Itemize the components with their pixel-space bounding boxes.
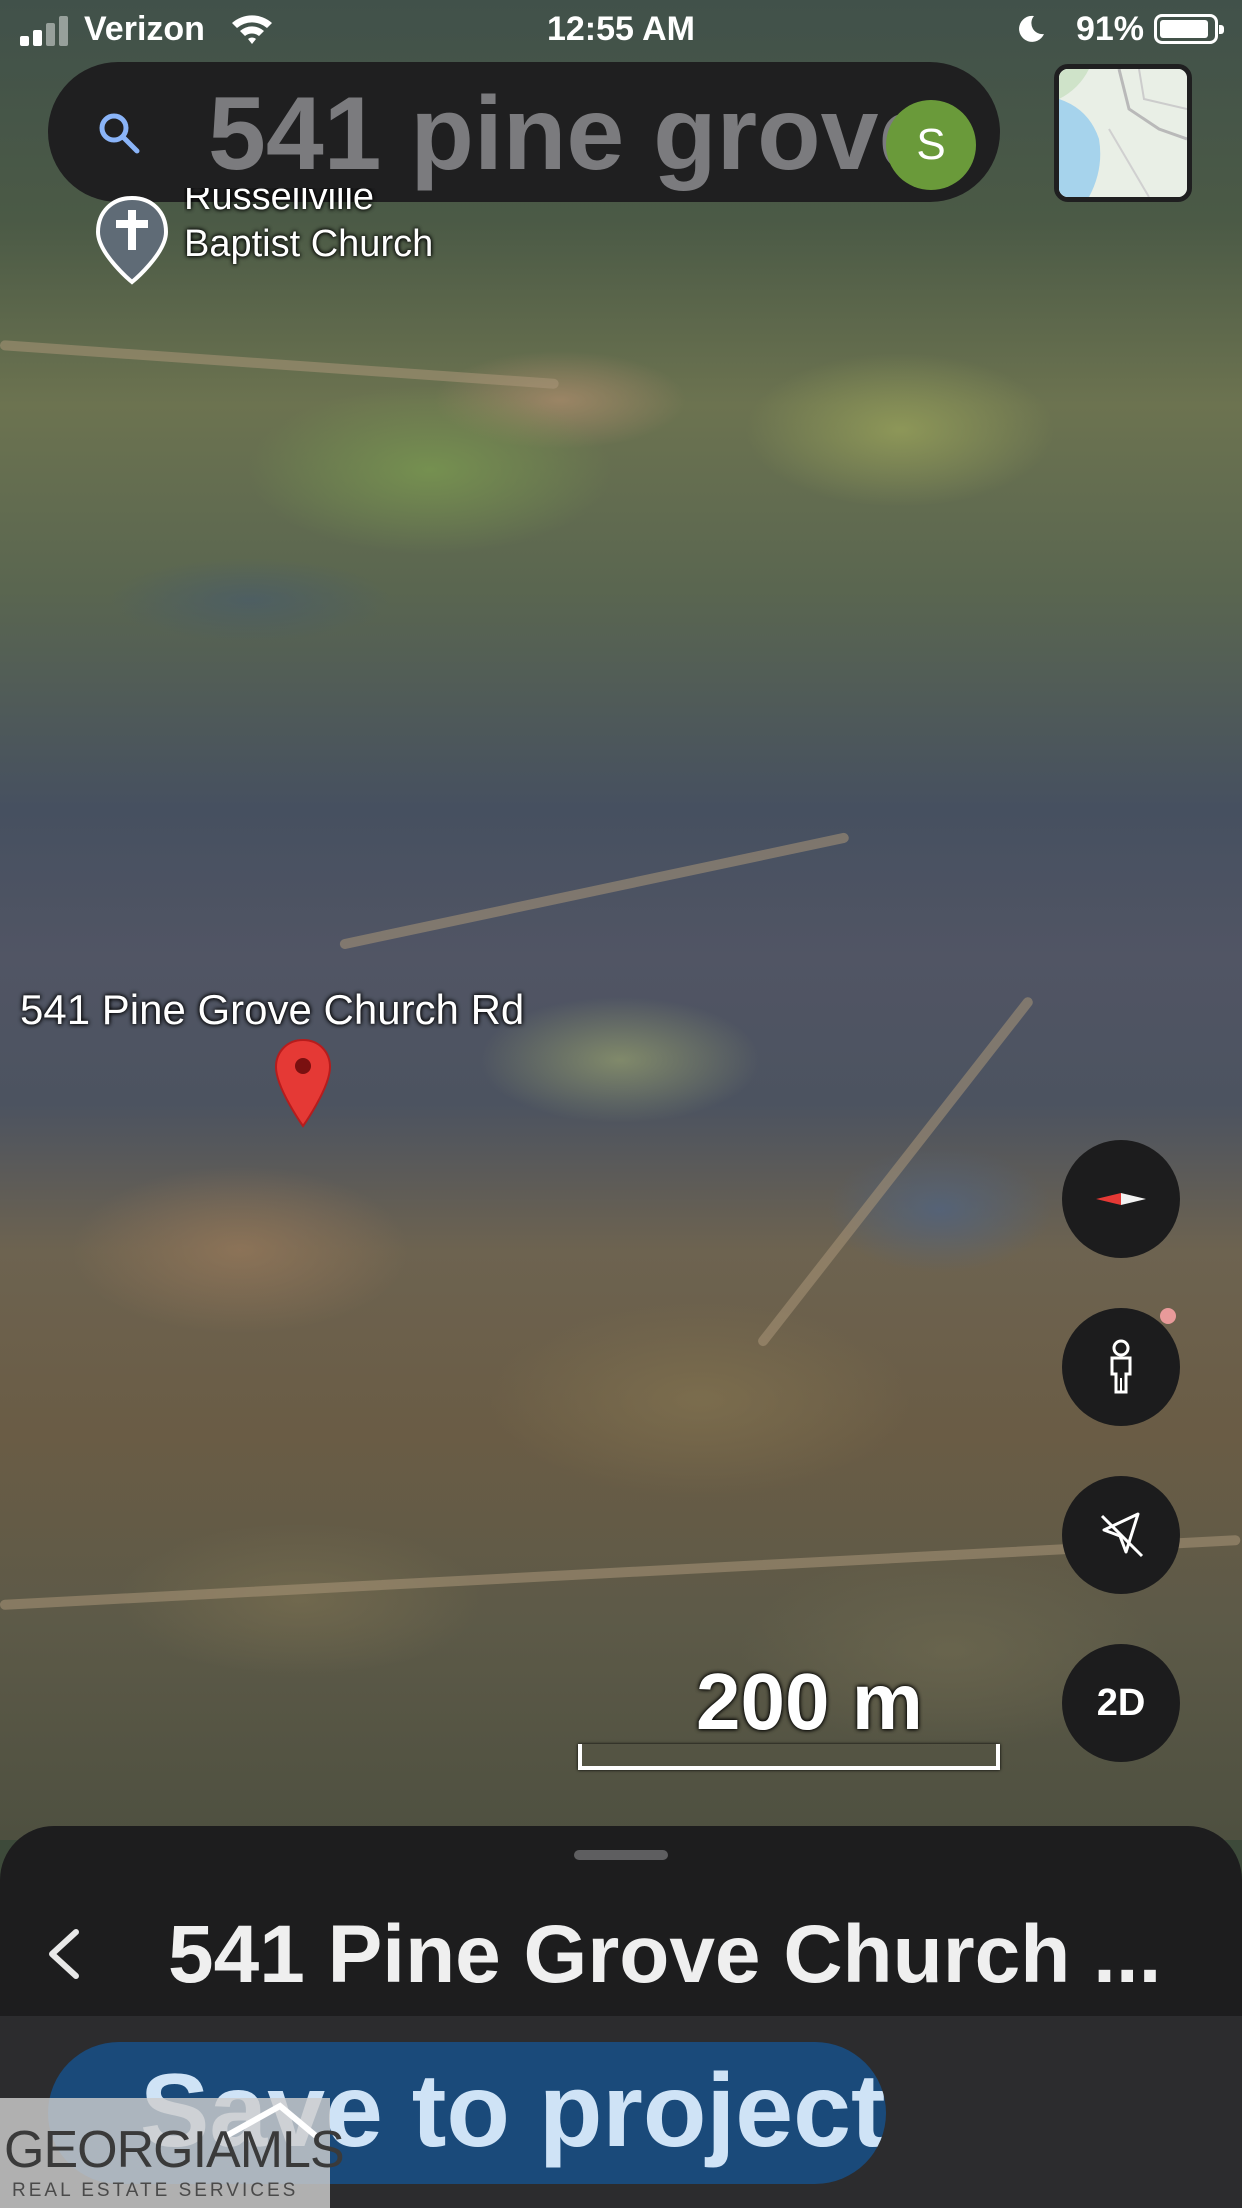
place-label[interactable]: 541 Pine Grove Church Rd	[20, 986, 524, 1034]
status-bar: Verizon 12:55 AM 91%	[0, 0, 1242, 60]
watermark-tagline: REAL ESTATE SERVICES	[12, 2180, 299, 2201]
sheet-drag-handle[interactable]	[574, 1850, 668, 1860]
tilt-navigation-button[interactable]	[1062, 1476, 1180, 1594]
navigation-off-icon	[1100, 1512, 1144, 1558]
compass-button[interactable]	[1062, 1140, 1180, 1258]
search-bar[interactable]: 541 pine grove church rd S	[48, 62, 1000, 202]
location-marker-icon[interactable]	[274, 1038, 332, 1128]
account-avatar[interactable]: S	[886, 100, 976, 190]
church-pin-icon[interactable]	[94, 196, 170, 286]
clock: 12:55 AM	[546, 10, 696, 48]
pegman-icon	[1110, 1339, 1132, 1394]
watermark-brand: GEORGIAMLS	[4, 2121, 345, 2179]
scale-label: 200 m	[696, 1657, 923, 1746]
battery-icon	[1154, 14, 1224, 44]
scale-bar	[578, 1744, 1000, 1770]
back-chevron-icon[interactable]	[40, 1924, 90, 1984]
do-not-disturb-moon-icon	[1019, 15, 1044, 42]
view-mode-button[interactable]: 2D	[1062, 1644, 1180, 1762]
battery-percentage: 91%	[1075, 10, 1144, 48]
map-road	[0, 1535, 1241, 1610]
poi-label[interactable]: Russellville Baptist Church	[184, 188, 433, 270]
satellite-map[interactable]	[0, 0, 1242, 1840]
search-query-text[interactable]: 541 pine grove church rd	[208, 74, 898, 194]
map-road	[756, 995, 1035, 1349]
street-view-button[interactable]	[1062, 1308, 1180, 1426]
search-icon[interactable]	[96, 110, 142, 156]
georgia-mls-watermark: GEORGIAMLS REAL ESTATE SERVICES	[0, 2098, 345, 2208]
compass-icon	[1096, 1193, 1146, 1205]
map-road	[0, 340, 559, 390]
notification-dot	[1160, 1308, 1176, 1324]
map-road	[338, 831, 850, 950]
map-layer-thumbnail-button[interactable]	[1054, 64, 1192, 202]
map-thumbnail-icon	[1059, 69, 1187, 197]
place-title: 541 Pine Grove Church ...	[168, 1909, 1162, 2000]
